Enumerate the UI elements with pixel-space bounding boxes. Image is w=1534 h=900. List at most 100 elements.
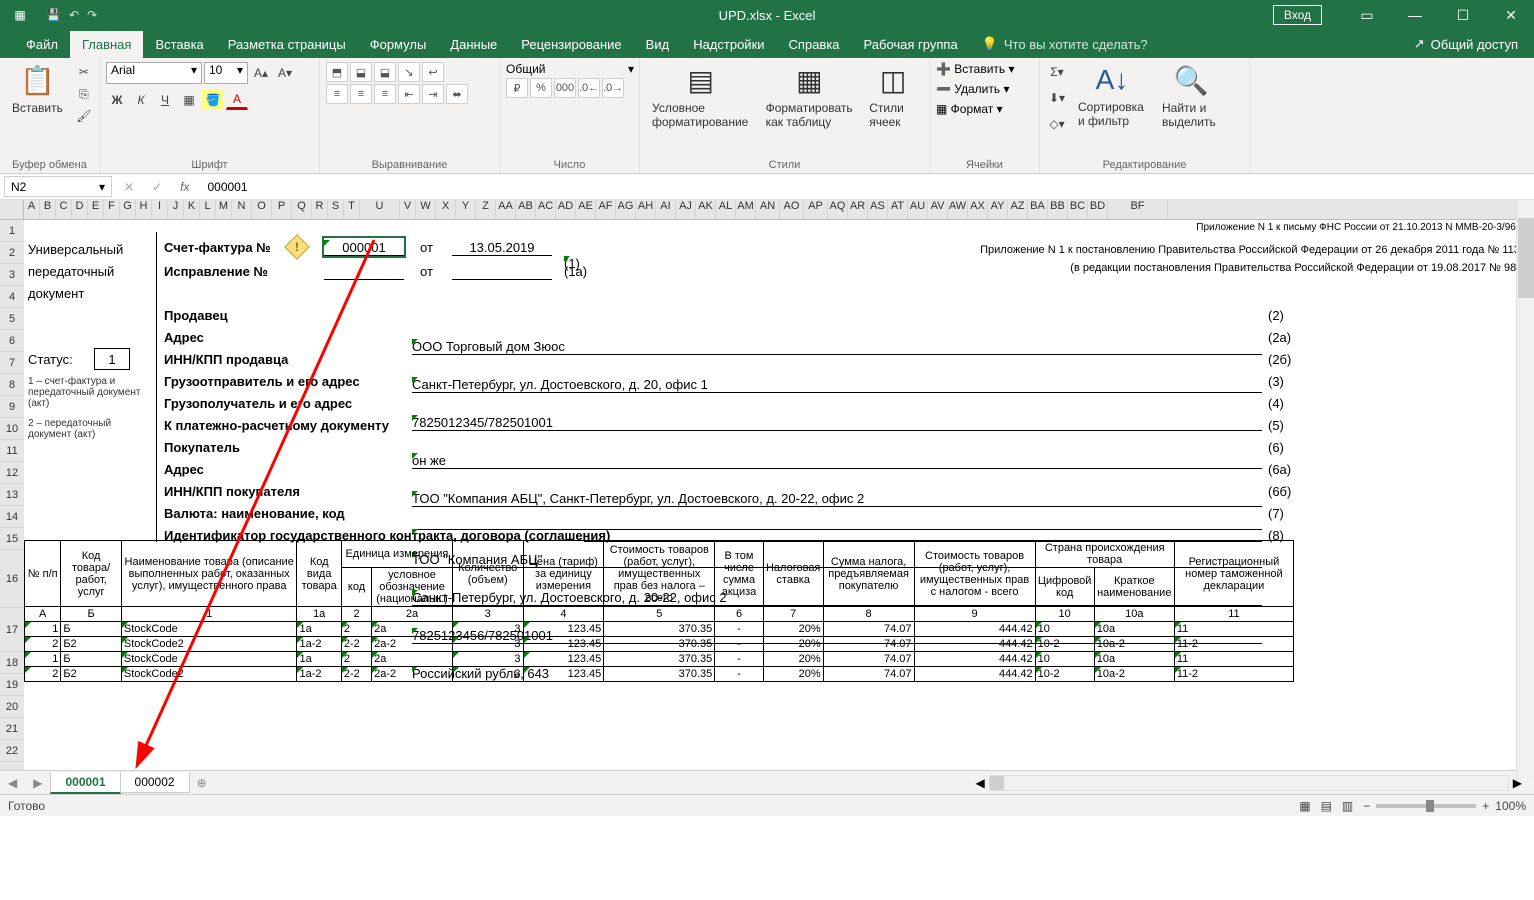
column-header[interactable]: AC — [536, 200, 556, 219]
row-header[interactable]: 10 — [0, 418, 24, 440]
column-header[interactable]: C — [56, 200, 72, 219]
indent-dec-icon[interactable]: ⇤ — [398, 84, 420, 104]
tab-home[interactable]: Главная — [70, 31, 143, 58]
font-size-combo[interactable]: 10▾ — [204, 62, 248, 84]
column-header[interactable]: AO — [780, 200, 804, 219]
zoom-controls[interactable]: − + 100% — [1363, 799, 1526, 813]
row-header[interactable]: 19 — [0, 674, 24, 696]
warning-icon[interactable]: ! — [284, 234, 309, 259]
column-header[interactable]: J — [168, 200, 184, 219]
column-header[interactable]: X — [436, 200, 456, 219]
vertical-scrollbar[interactable] — [1516, 200, 1534, 780]
column-header[interactable]: AQ — [828, 200, 848, 219]
row-header[interactable]: 5 — [0, 308, 24, 330]
autosum-icon[interactable]: Σ▾ — [1046, 62, 1068, 82]
increase-font-icon[interactable]: A▴ — [250, 63, 272, 83]
indent-inc-icon[interactable]: ⇥ — [422, 84, 444, 104]
column-header[interactable]: Q — [292, 200, 312, 219]
row-header[interactable]: 4 — [0, 286, 24, 308]
column-header[interactable]: AD — [556, 200, 576, 219]
tab-formulas[interactable]: Формулы — [358, 31, 439, 58]
column-header[interactable]: T — [344, 200, 360, 219]
currency-icon[interactable]: ₽ — [506, 78, 528, 98]
row-header[interactable]: 7 — [0, 352, 24, 374]
tab-view[interactable]: Вид — [634, 31, 682, 58]
column-header[interactable]: AB — [516, 200, 536, 219]
column-header[interactable]: O — [252, 200, 272, 219]
tab-file[interactable]: Файл — [14, 31, 70, 58]
merge-icon[interactable]: ⬌ — [446, 84, 468, 104]
column-header[interactable]: M — [216, 200, 232, 219]
cell-styles-button[interactable]: ◫Стили ячеек — [863, 62, 923, 131]
zoom-out-icon[interactable]: − — [1363, 799, 1370, 813]
wrap-text-icon[interactable]: ↩ — [422, 62, 444, 82]
name-box[interactable]: N2▾ — [4, 176, 112, 197]
row-header[interactable]: 1 — [0, 220, 24, 242]
tellme-search[interactable]: 💡Что вы хотите сделать? — [970, 30, 1160, 58]
row-header[interactable]: 15 — [0, 528, 24, 550]
column-header[interactable]: AT — [888, 200, 908, 219]
sheet-nav-next-icon[interactable]: ▶ — [25, 776, 50, 790]
zoom-slider[interactable] — [1376, 804, 1476, 808]
column-header[interactable]: Z — [476, 200, 496, 219]
column-header[interactable]: G — [120, 200, 136, 219]
enter-icon[interactable]: ✓ — [152, 180, 162, 194]
select-all-corner[interactable] — [0, 200, 24, 219]
column-header[interactable]: BA — [1028, 200, 1048, 219]
column-header[interactable]: P — [272, 200, 292, 219]
decrease-font-icon[interactable]: A▾ — [274, 63, 296, 83]
copy-icon[interactable]: ⎘ — [73, 84, 95, 104]
column-header[interactable]: AM — [736, 200, 756, 219]
column-header[interactable]: B — [40, 200, 56, 219]
fill-color-icon[interactable]: 🪣 — [202, 90, 224, 110]
horizontal-scrollbar[interactable]: ◀ ▶ — [215, 775, 1534, 791]
row-header[interactable]: 8 — [0, 374, 24, 396]
new-sheet-icon[interactable]: ⊕ — [189, 776, 215, 790]
row-header[interactable]: 3 — [0, 264, 24, 286]
align-center-icon[interactable]: ≡ — [350, 84, 372, 104]
orientation-icon[interactable]: ↘ — [398, 62, 420, 82]
italic-button[interactable]: К — [130, 90, 152, 110]
bold-button[interactable]: Ж — [106, 90, 128, 110]
column-headers[interactable]: ABCDEFGHIJKLMNOPQRSTUVWXYZAAABACADAEAFAG… — [0, 200, 1534, 220]
login-button[interactable]: Вход — [1273, 5, 1322, 25]
row-header[interactable]: 22 — [0, 740, 24, 762]
tab-layout[interactable]: Разметка страницы — [216, 31, 358, 58]
column-header[interactable]: AV — [928, 200, 948, 219]
align-bottom-icon[interactable]: ⬓ — [374, 62, 396, 82]
column-header[interactable]: AN — [756, 200, 780, 219]
sheet-nav-prev-icon[interactable]: ◀ — [0, 776, 25, 790]
column-header[interactable]: R — [312, 200, 328, 219]
column-header[interactable]: V — [400, 200, 416, 219]
align-left-icon[interactable]: ≡ — [326, 84, 348, 104]
minimize-icon[interactable]: — — [1392, 0, 1438, 30]
row-header[interactable]: 9 — [0, 396, 24, 418]
column-header[interactable]: S — [328, 200, 344, 219]
column-header[interactable]: A — [24, 200, 40, 219]
sheet-tab-1[interactable]: 000001 — [50, 772, 120, 794]
maximize-icon[interactable]: ☐ — [1440, 0, 1486, 30]
row-header[interactable]: 21 — [0, 718, 24, 740]
cut-icon[interactable]: ✂ — [73, 62, 95, 82]
tab-addins[interactable]: Надстройки — [681, 31, 776, 58]
column-header[interactable]: BB — [1048, 200, 1068, 219]
tab-data[interactable]: Данные — [438, 31, 509, 58]
row-header[interactable]: 20 — [0, 696, 24, 718]
column-header[interactable]: AF — [596, 200, 616, 219]
row-header[interactable]: 18 — [0, 652, 24, 674]
row-header[interactable]: 11 — [0, 440, 24, 462]
paste-button[interactable]: 📋Вставить — [6, 62, 69, 117]
view-normal-icon[interactable]: ▦ — [1299, 799, 1310, 813]
column-header[interactable]: L — [200, 200, 216, 219]
close-icon[interactable]: ✕ — [1488, 0, 1534, 30]
column-header[interactable]: AS — [868, 200, 888, 219]
view-break-icon[interactable]: ▥ — [1342, 799, 1353, 813]
underline-button[interactable]: Ч — [154, 90, 176, 110]
align-middle-icon[interactable]: ⬓ — [350, 62, 372, 82]
font-color-icon[interactable]: А — [226, 90, 248, 110]
format-cells-button[interactable]: ▦ Формат ▾ — [936, 102, 1003, 116]
font-name-combo[interactable]: Arial▾ — [106, 62, 202, 84]
column-header[interactable]: AW — [948, 200, 968, 219]
number-format-combo[interactable]: Общий▾ — [506, 62, 634, 76]
column-header[interactable]: BD — [1088, 200, 1108, 219]
